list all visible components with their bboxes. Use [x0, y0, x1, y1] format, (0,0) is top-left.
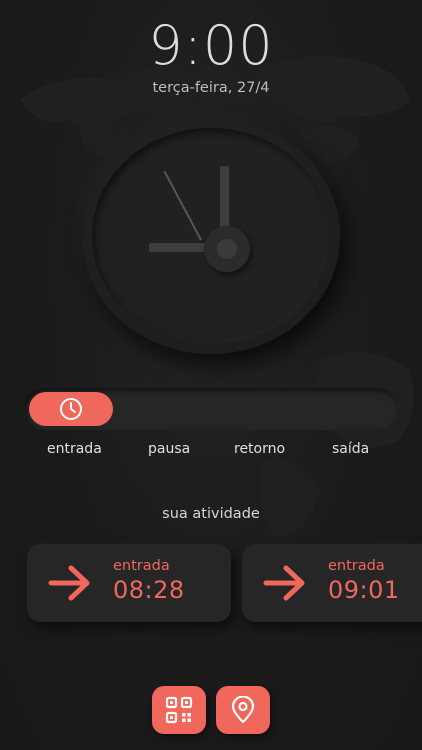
- activity-card-time: 08:28: [113, 576, 185, 604]
- clock-face: [82, 118, 340, 354]
- analog-clock: [78, 116, 344, 356]
- clock-hub: [204, 226, 250, 272]
- clock-hub-dot: [217, 239, 237, 259]
- step-label-saida: saída: [332, 441, 370, 457]
- arrow-right-icon: [263, 565, 305, 601]
- activity-card-label: entrada: [113, 558, 170, 574]
- app-screen: 9:00 terça-feira, 27/4 entrada pausa ret…: [0, 0, 422, 750]
- clock-dial: [92, 128, 330, 344]
- activity-card[interactable]: entrada 09:01: [242, 544, 422, 622]
- activity-card-time: 09:01: [328, 576, 400, 604]
- current-time: 9:00: [148, 14, 274, 77]
- location-pin-icon: [231, 696, 255, 724]
- clock-in-slider[interactable]: [24, 388, 398, 430]
- location-button[interactable]: [216, 686, 270, 734]
- clock-second-hand: [163, 170, 202, 241]
- step-label-entrada: entrada: [47, 441, 102, 457]
- activity-title: sua atividade: [162, 506, 260, 522]
- clock-icon: [60, 398, 82, 420]
- qr-scan-button[interactable]: [152, 686, 206, 734]
- step-label-retorno: retorno: [234, 441, 286, 457]
- step-label-pausa: pausa: [148, 441, 191, 457]
- step-labels: entrada pausa retorno saída: [0, 441, 422, 461]
- activity-card[interactable]: entrada 08:28: [27, 544, 231, 622]
- activity-card-label: entrada: [328, 558, 385, 574]
- qr-code-icon: [165, 696, 193, 724]
- slider-thumb[interactable]: [29, 392, 113, 426]
- current-date: terça-feira, 27/4: [152, 80, 270, 96]
- arrow-right-icon: [48, 565, 90, 601]
